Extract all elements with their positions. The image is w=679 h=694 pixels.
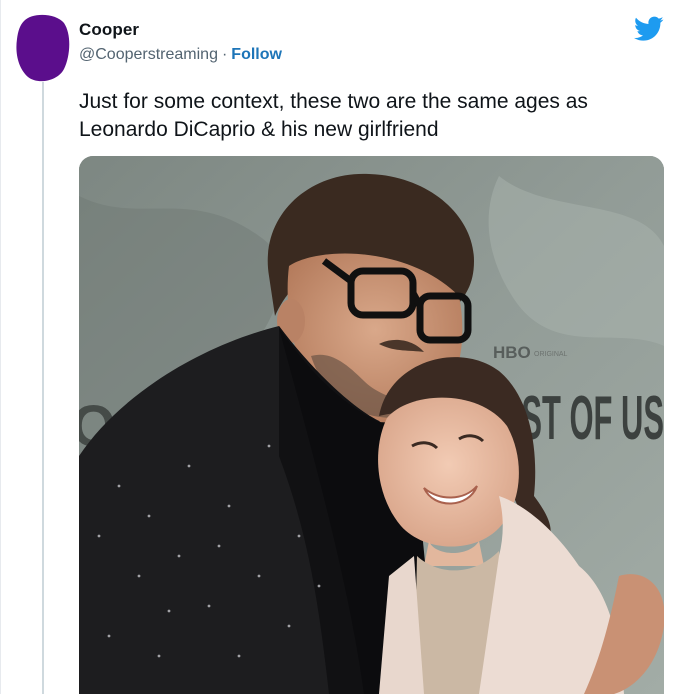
twitter-bird-icon[interactable] xyxy=(634,16,664,42)
author-handle[interactable]: @Cooperstreaming xyxy=(79,46,218,63)
thread-line xyxy=(42,82,44,694)
avatar-shape xyxy=(16,14,70,82)
tweet-media-photo[interactable]: HBO ORIGINAL AST OF US O xyxy=(79,156,664,694)
handle-separator: · xyxy=(221,46,228,63)
tweet-card: Cooper @Cooperstreaming · Follow Just for … xyxy=(0,0,679,694)
author-avatar[interactable] xyxy=(14,13,71,83)
tweet-text: Just for some context, these two are the… xyxy=(79,90,588,141)
follow-button[interactable]: Follow xyxy=(231,46,282,63)
backdrop-logo-sub: ORIGINAL xyxy=(534,351,568,358)
backdrop-logo: HBO xyxy=(493,343,531,362)
author-display-name[interactable]: Cooper xyxy=(79,20,139,40)
photo-illustration: HBO ORIGINAL AST OF US O xyxy=(79,156,664,694)
author-handle-row: @Cooperstreaming · Follow xyxy=(79,46,282,64)
